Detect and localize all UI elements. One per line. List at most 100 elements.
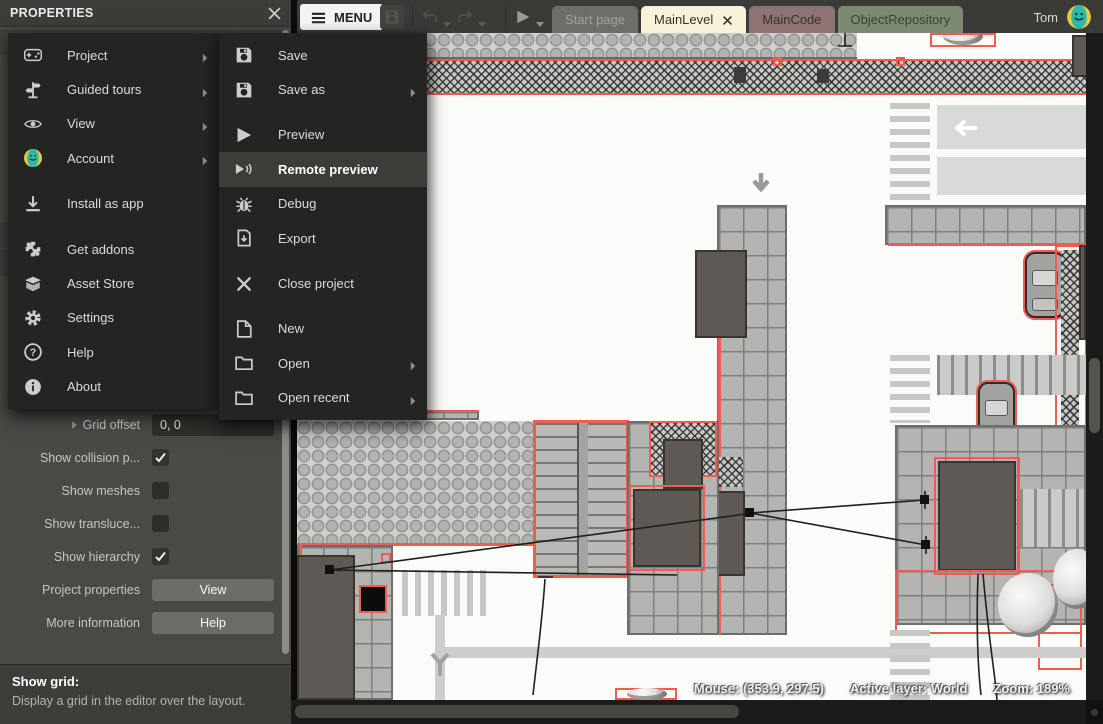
eye-icon [23,114,43,134]
menu-item-close-project[interactable]: Close project [219,266,427,300]
property-description-text: Display a grid in the editor over the la… [12,694,279,708]
menu-item-open[interactable]: Open [219,346,427,380]
menu-item-install-as-app[interactable]: Install as app [8,187,219,221]
submenu-arrow-icon [202,153,208,163]
property-checkbox[interactable] [152,449,169,466]
save-icon [234,45,254,65]
map-collision-point [381,553,391,563]
submenu-arrow-icon [410,85,416,95]
menu-item-label: Project [67,48,107,63]
help-icon: ? [23,342,43,362]
avatar-icon [23,148,43,168]
tab-mainlevel[interactable]: MainLevel [641,6,746,33]
map-road-surface [937,157,1086,195]
menu-item-export[interactable]: Export [219,221,427,255]
menu-item-label: Export [278,231,316,246]
menu-item-label: Save [278,48,308,63]
menu-item-label: New [278,321,304,336]
settings-icon [23,308,43,328]
menu-item-about[interactable]: About [8,370,219,404]
vertical-scrollbar[interactable] [1086,33,1103,700]
user-area[interactable]: Tom [1033,4,1091,30]
save-button[interactable] [380,5,404,29]
redo-button[interactable] [453,5,477,29]
property-checkbox[interactable] [152,515,169,532]
property-checkbox[interactable] [152,482,169,499]
menu-item-label: Open [278,356,310,371]
menu-item-label: Settings [67,310,114,325]
tab-objectrepository[interactable]: ObjectRepository [838,6,964,33]
menu-item-open-recent[interactable]: Open recent [219,381,427,415]
menu-item-help[interactable]: ? Help [8,335,219,369]
scrollbar-thumb[interactable] [295,705,739,718]
construct-editor-window: PROPERTIES LAYOUTNameEvent sheetMainCode… [0,0,1103,724]
tab-start-page[interactable]: Start page [552,6,638,33]
tab-maincode[interactable]: MainCode [749,6,834,33]
submenu-arrow-icon [410,358,416,368]
help-button[interactable]: Help [152,612,274,634]
map-collision-outline [930,33,996,47]
map-crosswalk [402,570,492,616]
property-label: Project properties [42,583,140,597]
menu-item-new[interactable]: New [219,312,427,346]
menu-item-save[interactable]: Save [219,38,427,72]
menu-item-label: Save as [278,82,325,97]
property-row-show-transluce: Show transluce... [0,507,281,540]
horizontal-scrollbar[interactable] [291,700,1086,724]
properties-panel-header: PROPERTIES [0,0,291,27]
preview-button[interactable] [511,5,535,29]
user-avatar[interactable] [1067,5,1091,29]
close-icon[interactable] [267,6,282,21]
menu-item-save-as[interactable]: Save as [219,72,427,106]
map-collision-point [896,57,905,66]
menu-item-remote-preview[interactable]: Remote preview [219,152,427,186]
map-detail [734,67,746,83]
property-row-project-properties: Project properties View [0,573,281,606]
menu-item-label: Open recent [278,390,350,405]
menu-item-label: Help [67,345,94,360]
map-collision-point [773,57,782,66]
property-label: Show hierarchy [54,550,140,564]
menu-item-asset-store[interactable]: Asset Store [8,266,219,300]
toolbar-separator [412,6,413,27]
menu-item-view[interactable]: View [8,107,219,141]
scrollbar-thumb[interactable] [1089,358,1100,433]
map-building [695,250,747,338]
scrollbar-corner [1086,700,1103,724]
menu-item-debug[interactable]: Debug [219,187,427,221]
menu-item-label: View [67,116,95,131]
map-parking-stalls [1020,489,1084,547]
menu-item-label: Preview [278,127,324,142]
map-building [1079,245,1086,340]
menu-item-settings[interactable]: Settings [8,301,219,335]
map-hatched-strip [1061,250,1079,442]
menu-item-project[interactable]: Project [8,38,219,72]
tab-close-icon[interactable] [722,14,733,25]
submenu-arrow-icon [202,85,208,95]
menu-item-get-addons[interactable]: Get addons [8,232,219,266]
menu-button[interactable]: MENU [300,4,383,30]
redo-dropdown-caret-icon[interactable] [478,14,486,20]
property-checkbox[interactable] [152,548,169,565]
undo-button[interactable] [418,5,442,29]
menu-item-label: Debug [278,196,316,211]
menu-item-guided-tours[interactable]: Guided tours [8,72,219,106]
map-detail [817,69,829,83]
debug-icon [234,194,254,214]
export-icon [234,228,254,248]
view-button[interactable]: View [152,579,274,601]
menu-item-account[interactable]: Account [8,141,219,175]
menu-item-label: About [67,379,101,394]
property-description: Show grid: Display a grid in the editor … [0,664,291,724]
menu-item-preview[interactable]: Preview [219,118,427,152]
menu-item-label: Asset Store [67,276,134,291]
submenu-arrow-icon [410,393,416,403]
map-building [297,555,355,700]
menu-item-label: Close project [278,276,354,291]
properties-panel-title: PROPERTIES [10,6,94,20]
gamepad-icon [23,45,43,65]
project-submenu: Save Save as Preview Remote preview Debug Exp… [219,33,427,420]
preview-dropdown-caret-icon[interactable] [536,14,544,20]
expand-caret-icon[interactable] [72,421,77,429]
undo-dropdown-caret-icon[interactable] [443,14,451,20]
